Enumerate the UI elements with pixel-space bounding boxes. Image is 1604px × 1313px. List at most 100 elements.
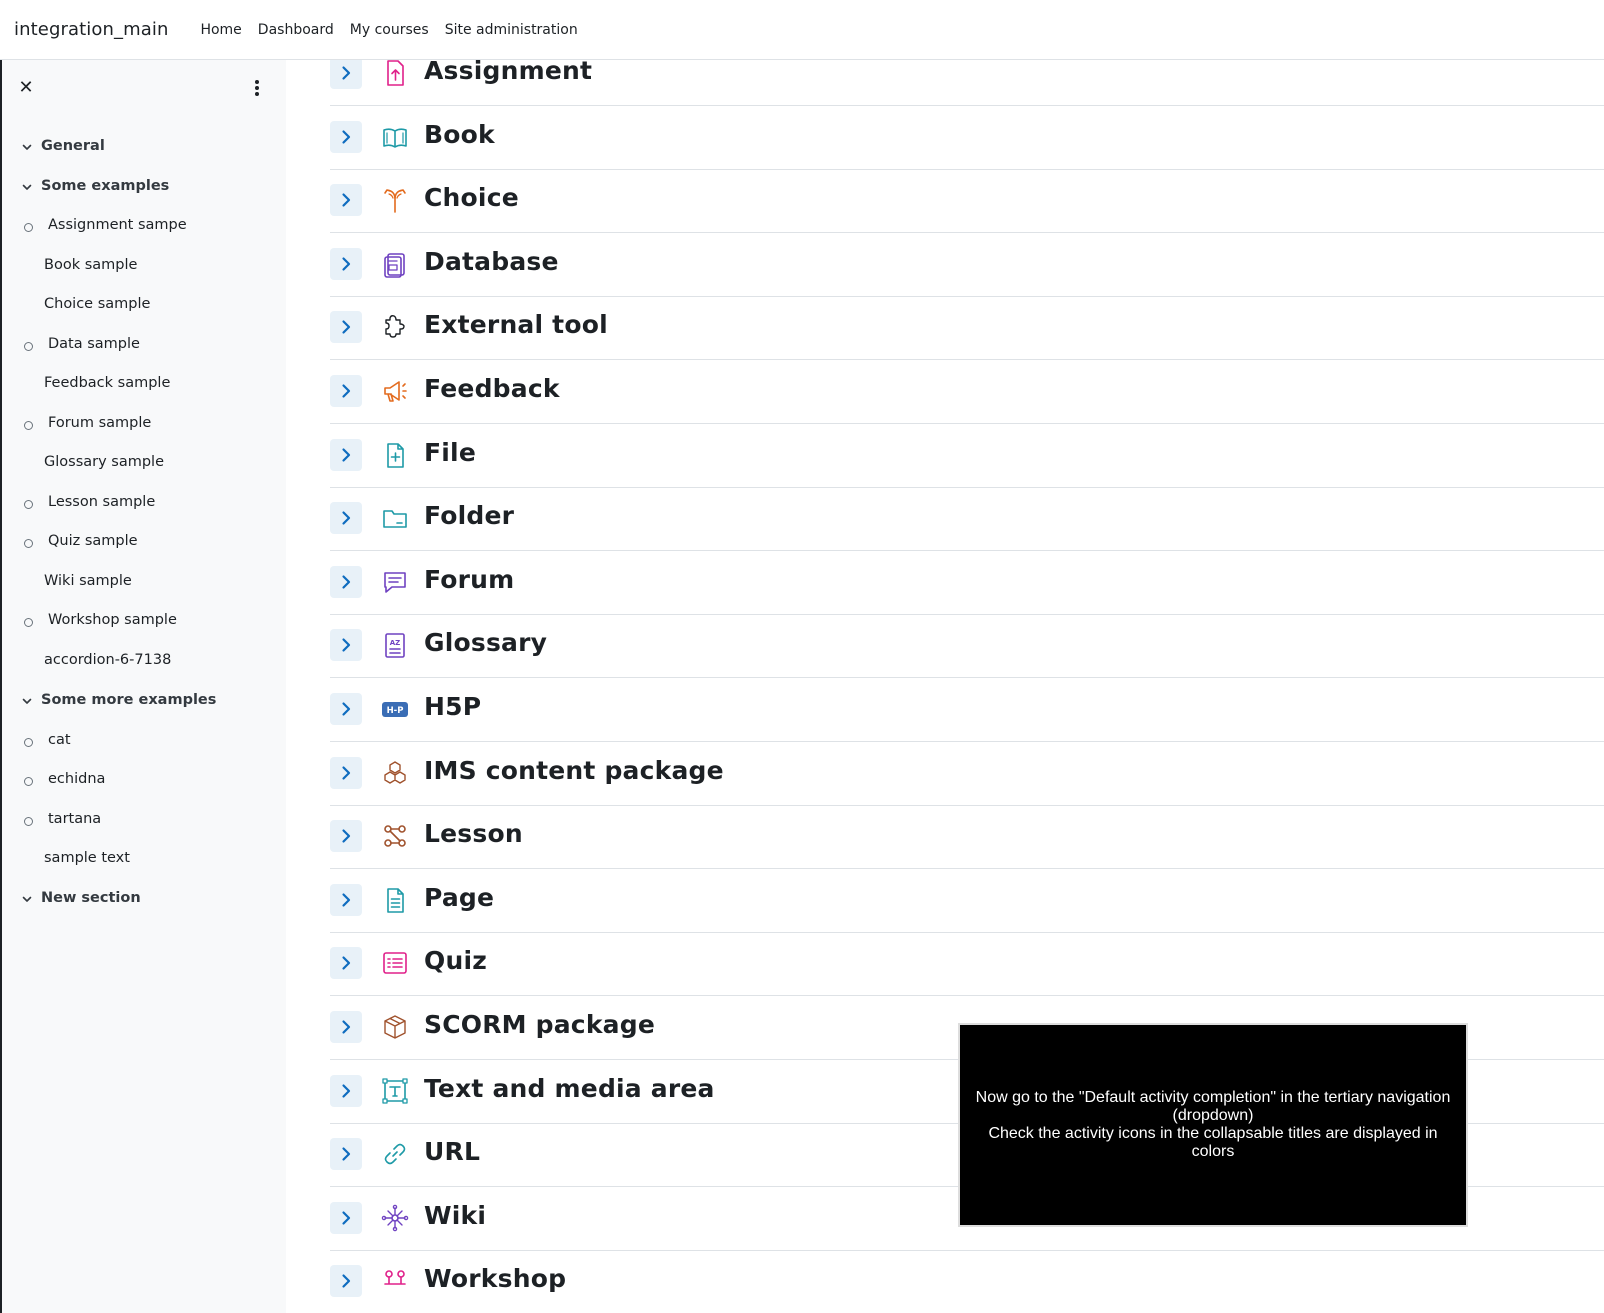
activity-row[interactable]: Database xyxy=(330,233,1604,297)
kebab-icon[interactable] xyxy=(250,77,264,99)
activity-title[interactable]: URL xyxy=(424,1137,480,1166)
close-icon[interactable]: ✕ xyxy=(16,77,36,98)
activity-row[interactable]: Lesson xyxy=(330,805,1604,870)
activity-row[interactable]: Page xyxy=(330,869,1604,933)
activity-title[interactable]: Forum xyxy=(424,565,514,594)
activity-row[interactable]: File xyxy=(330,424,1604,488)
activity-title[interactable]: Text and media area xyxy=(424,1074,715,1103)
chevron-down-icon[interactable] xyxy=(21,181,33,193)
chevron-right-icon xyxy=(342,956,351,970)
course-index-item-label[interactable]: Quiz sample xyxy=(48,533,138,549)
expand-toggle[interactable] xyxy=(330,1201,362,1234)
activity-title[interactable]: H5P xyxy=(424,692,481,721)
activity-row[interactable]: Book xyxy=(330,106,1604,170)
expand-toggle[interactable] xyxy=(330,375,362,407)
activity-title[interactable]: Database xyxy=(424,247,559,276)
course-index-item-label[interactable]: echidna xyxy=(48,771,105,787)
assignment-icon xyxy=(380,60,410,88)
activity-title[interactable]: Book xyxy=(424,120,495,149)
chevron-down-icon[interactable] xyxy=(21,695,33,707)
expand-toggle[interactable] xyxy=(330,629,362,662)
activity-title[interactable]: File xyxy=(424,438,476,467)
activity-title[interactable]: Quiz xyxy=(424,946,487,975)
activity-title[interactable]: Folder xyxy=(424,501,514,530)
expand-toggle[interactable] xyxy=(330,247,362,280)
expand-toggle[interactable] xyxy=(330,1265,362,1298)
activity-title[interactable]: Feedback xyxy=(424,374,560,403)
database-icon xyxy=(380,249,410,279)
top-navbar: integration_main Home Dashboard My cours… xyxy=(0,0,1604,60)
completion-status-icon xyxy=(24,618,33,627)
activity-row[interactable]: Forum xyxy=(330,551,1604,615)
nav-my-courses[interactable]: My courses xyxy=(342,22,437,38)
course-index-section-label[interactable]: Some more examples xyxy=(41,692,216,708)
chevron-right-icon xyxy=(342,765,351,780)
chevron-right-icon xyxy=(342,1211,351,1225)
course-index-item-label[interactable]: Wiki sample xyxy=(44,573,132,589)
activity-title[interactable]: Assignment xyxy=(424,60,592,85)
course-index-item-label[interactable]: Forum sample xyxy=(48,415,151,431)
folder-icon xyxy=(380,503,410,533)
expand-toggle[interactable] xyxy=(330,502,362,535)
expand-toggle[interactable] xyxy=(330,693,362,725)
activity-row[interactable]: H-P H5P xyxy=(330,678,1604,742)
expand-toggle[interactable] xyxy=(330,120,362,153)
chevron-down-icon[interactable] xyxy=(21,141,33,153)
activity-row[interactable]: Quiz xyxy=(330,932,1604,997)
nav-site-administration[interactable]: Site administration xyxy=(437,22,586,38)
expand-toggle[interactable] xyxy=(330,184,362,217)
activity-row[interactable]: Choice xyxy=(330,169,1604,234)
activity-row[interactable]: Folder xyxy=(330,487,1604,552)
course-index-item-label[interactable]: Book sample xyxy=(44,257,137,273)
activity-title[interactable]: SCORM package xyxy=(424,1010,655,1039)
activity-title[interactable]: Workshop xyxy=(424,1264,566,1293)
expand-toggle[interactable] xyxy=(330,756,362,789)
site-brand[interactable]: integration_main xyxy=(14,19,168,40)
course-index-item-label[interactable]: accordion-6-7138 xyxy=(44,652,171,668)
course-index-item-label[interactable]: cat xyxy=(48,732,71,748)
course-index-item-label[interactable]: sample text xyxy=(44,850,130,866)
activity-title[interactable]: Wiki xyxy=(424,1201,486,1230)
activity-row[interactable]: External tool xyxy=(330,296,1604,361)
activity-title[interactable]: External tool xyxy=(424,310,608,339)
expand-toggle[interactable] xyxy=(330,1074,362,1107)
activity-row[interactable]: Assignment xyxy=(330,60,1604,106)
expand-toggle[interactable] xyxy=(330,60,362,89)
activity-title[interactable]: Page xyxy=(424,883,494,912)
expand-toggle[interactable] xyxy=(330,438,362,471)
activity-title[interactable]: Lesson xyxy=(424,819,523,848)
chevron-right-icon xyxy=(342,702,351,716)
activity-title[interactable]: Choice xyxy=(424,183,519,212)
course-index-item-label[interactable]: tartana xyxy=(48,811,101,827)
activity-row[interactable]: AZ Glossary xyxy=(330,614,1604,679)
course-index-item-label[interactable]: Assignment sampe xyxy=(48,217,187,233)
text-media-icon xyxy=(380,1076,410,1106)
course-index-item-label[interactable]: Choice sample xyxy=(44,296,150,312)
instruction-overlay: Now go to the "Default activity completi… xyxy=(958,1023,1468,1227)
nav-home[interactable]: Home xyxy=(192,22,249,38)
course-index-section-label[interactable]: New section xyxy=(41,890,141,906)
expand-toggle[interactable] xyxy=(330,565,362,598)
chevron-right-icon xyxy=(342,511,351,525)
course-index-item-label[interactable]: Data sample xyxy=(48,336,140,352)
expand-toggle[interactable] xyxy=(330,1138,362,1171)
activity-row[interactable]: Feedback xyxy=(330,360,1604,424)
expand-toggle[interactable] xyxy=(330,883,362,916)
activity-row[interactable]: IMS content package xyxy=(330,742,1604,806)
activity-title[interactable]: Glossary xyxy=(424,628,547,657)
course-index-drawer: ✕ General Some examples Assignment sampe Bo… xyxy=(2,60,286,1313)
expand-toggle[interactable] xyxy=(330,311,362,344)
expand-toggle[interactable] xyxy=(330,947,362,980)
course-index-item-label[interactable]: Glossary sample xyxy=(44,454,164,470)
activity-title[interactable]: IMS content package xyxy=(424,756,724,785)
expand-toggle[interactable] xyxy=(330,820,362,853)
course-index-section-label[interactable]: General xyxy=(41,138,105,154)
course-index-section-label[interactable]: Some examples xyxy=(41,178,169,194)
expand-toggle[interactable] xyxy=(330,1011,362,1043)
course-index-item-label[interactable]: Lesson sample xyxy=(48,494,155,510)
chevron-down-icon[interactable] xyxy=(21,893,33,905)
course-index-item-label[interactable]: Feedback sample xyxy=(44,375,170,391)
course-index-item-label[interactable]: Workshop sample xyxy=(48,612,177,628)
nav-dashboard[interactable]: Dashboard xyxy=(250,22,342,38)
activity-row[interactable]: Workshop xyxy=(330,1250,1604,1313)
